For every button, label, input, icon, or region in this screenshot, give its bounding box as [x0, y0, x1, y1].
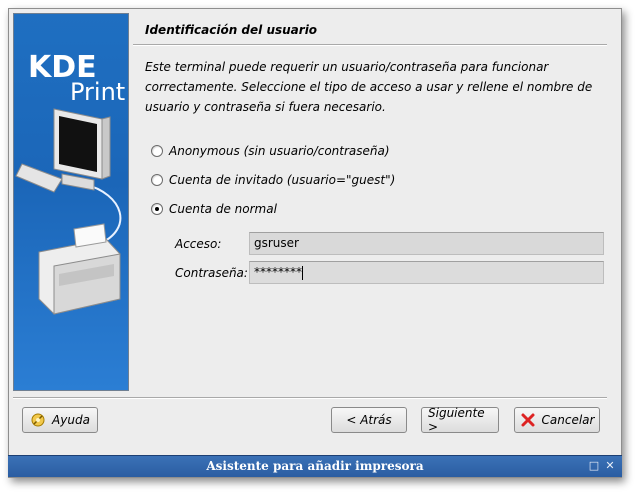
- back-button[interactable]: < Atrás: [331, 407, 407, 433]
- radio-guest[interactable]: Cuenta de invitado (usuario="guest"): [151, 171, 395, 189]
- password-label: Contraseña:: [175, 266, 248, 280]
- page-description: Este terminal puede requerir un usuario/…: [145, 60, 593, 114]
- radio-guest-label: Cuenta de invitado (usuario="guest"): [169, 173, 396, 187]
- button-divider: [13, 397, 607, 399]
- window-title: Asistente para añadir impresora: [206, 459, 424, 473]
- cancel-button-label: Cancelar: [541, 413, 595, 427]
- maximize-icon[interactable]: □: [588, 460, 600, 472]
- radio-indicator[interactable]: [151, 174, 163, 186]
- logo-print-text: Print: [70, 78, 126, 106]
- kdeprint-side-image: KDE Print: [13, 13, 129, 391]
- wizard-page: Identificación del usuario Este terminal…: [133, 13, 607, 391]
- cancel-icon: [520, 412, 536, 428]
- close-icon[interactable]: ✕: [604, 460, 616, 472]
- radio-normal-label: Cuenta de normal: [169, 202, 277, 216]
- page-title: Identificación del usuario: [145, 23, 318, 37]
- help-icon: [30, 412, 46, 428]
- radio-anonymous-label: Anonymous (sin usuario/contraseña): [169, 144, 390, 158]
- text-caret: [302, 265, 303, 280]
- help-button-label: Ayuda: [52, 413, 90, 427]
- back-button-label: < Atrás: [346, 413, 392, 427]
- next-button[interactable]: Siguiente >: [421, 406, 499, 434]
- radio-indicator[interactable]: [151, 145, 163, 157]
- login-label: Acceso:: [175, 237, 222, 251]
- radio-anonymous[interactable]: Anonymous (sin usuario/contraseña): [151, 142, 390, 160]
- next-button-label: Siguiente >: [428, 406, 485, 434]
- password-value: ********: [254, 265, 302, 279]
- radio-normal[interactable]: Cuenta de normal: [151, 200, 277, 218]
- login-value: gsruser: [254, 236, 299, 250]
- help-button[interactable]: Ayuda: [22, 407, 98, 433]
- password-field[interactable]: ********: [249, 261, 604, 284]
- cancel-button[interactable]: Cancelar: [514, 407, 600, 433]
- login-field[interactable]: gsruser: [249, 232, 604, 255]
- title-divider: [133, 44, 607, 46]
- window-titlebar[interactable]: Asistente para añadir impresora □ ✕: [8, 455, 622, 477]
- radio-indicator-selected[interactable]: [151, 203, 163, 215]
